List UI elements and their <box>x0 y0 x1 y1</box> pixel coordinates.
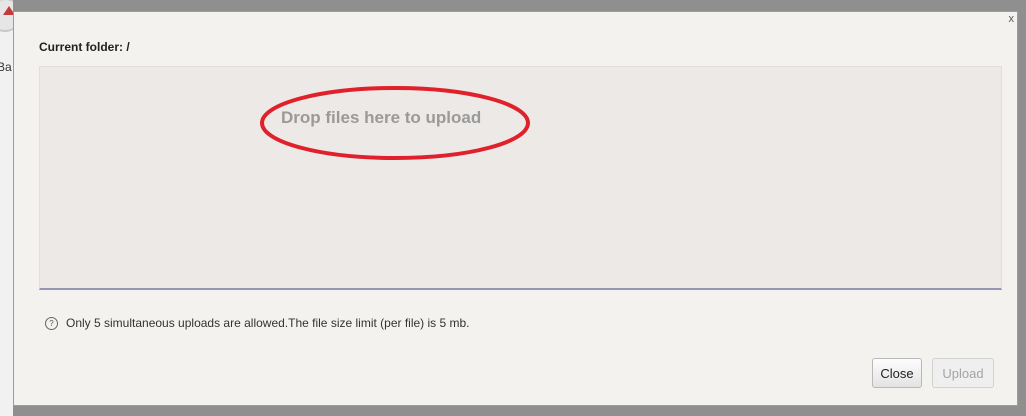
app-logo-icon <box>0 0 13 32</box>
background-app-panel: Ba <box>0 0 13 416</box>
close-button[interactable]: Close <box>872 358 922 388</box>
dropzone-text: Drop files here to upload <box>281 108 482 127</box>
upload-dialog: x Current folder: / Drop files here to u… <box>13 11 1018 406</box>
background-app-label: Ba <box>0 60 12 74</box>
upload-button[interactable]: Upload <box>932 358 994 388</box>
current-folder-label: Current folder: / <box>39 40 130 54</box>
upload-limits-text: Only 5 simultaneous uploads are allowed.… <box>66 316 470 330</box>
upload-info-row: ? Only 5 simultaneous uploads are allowe… <box>45 316 470 330</box>
dialog-close-icon[interactable]: x <box>1009 13 1015 25</box>
help-icon: ? <box>45 316 58 330</box>
file-dropzone[interactable]: Drop files here to upload <box>39 66 1002 290</box>
